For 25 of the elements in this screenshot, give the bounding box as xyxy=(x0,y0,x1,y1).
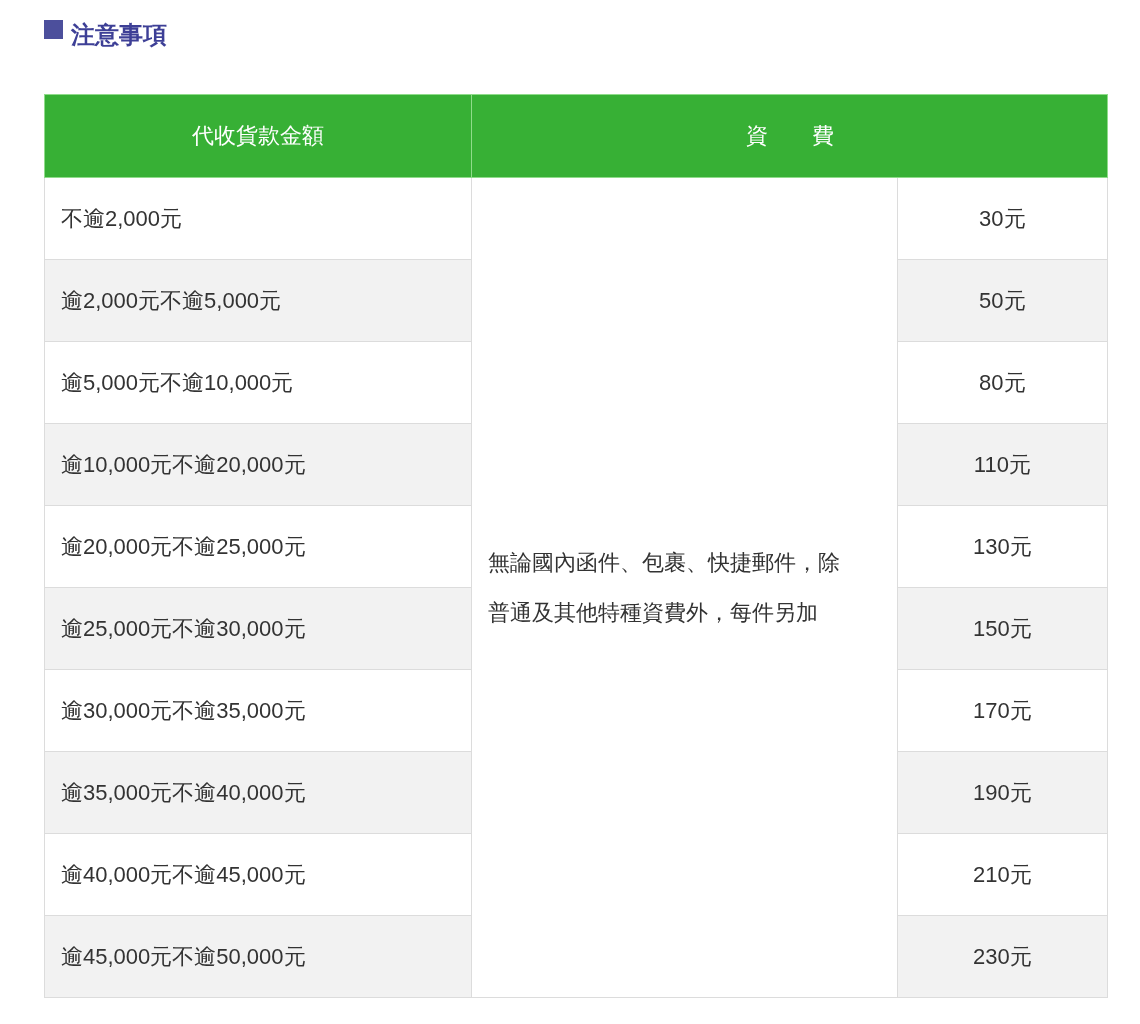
square-bullet-icon xyxy=(44,20,63,39)
table-cell: 110元 xyxy=(897,423,1108,506)
table-cell: 逾40,000元不逾45,000元 xyxy=(44,833,472,916)
table-cell: 230元 xyxy=(897,915,1108,998)
column-header: 資 費 xyxy=(471,94,1108,178)
table-cell: 逾30,000元不逾35,000元 xyxy=(44,669,472,752)
table-cell: 210元 xyxy=(897,833,1108,916)
table-cell: 30元 xyxy=(897,177,1108,260)
table-cell: 50元 xyxy=(897,259,1108,342)
table-cell: 逾2,000元不逾5,000元 xyxy=(44,259,472,342)
section-title: 注意事項 xyxy=(71,20,167,50)
table-cell: 150元 xyxy=(897,587,1108,670)
table-cell: 無論國內函件、包裹、快捷郵件，除普通及其他特種資費外，每件另加 xyxy=(471,177,898,998)
table-cell: 190元 xyxy=(897,751,1108,834)
table-cell: 逾35,000元不逾40,000元 xyxy=(44,751,472,834)
table-cell: 80元 xyxy=(897,341,1108,424)
table-cell: 逾10,000元不逾20,000元 xyxy=(44,423,472,506)
table-cell: 170元 xyxy=(897,669,1108,752)
column-header: 代收貨款金額 xyxy=(44,94,472,178)
table-cell: 逾45,000元不逾50,000元 xyxy=(44,915,472,998)
table-cell: 逾5,000元不逾10,000元 xyxy=(44,341,472,424)
table-cell: 130元 xyxy=(897,505,1108,588)
table-cell: 逾20,000元不逾25,000元 xyxy=(44,505,472,588)
table-cell: 不逾2,000元 xyxy=(44,177,472,260)
table-cell: 逾25,000元不逾30,000元 xyxy=(44,587,472,670)
